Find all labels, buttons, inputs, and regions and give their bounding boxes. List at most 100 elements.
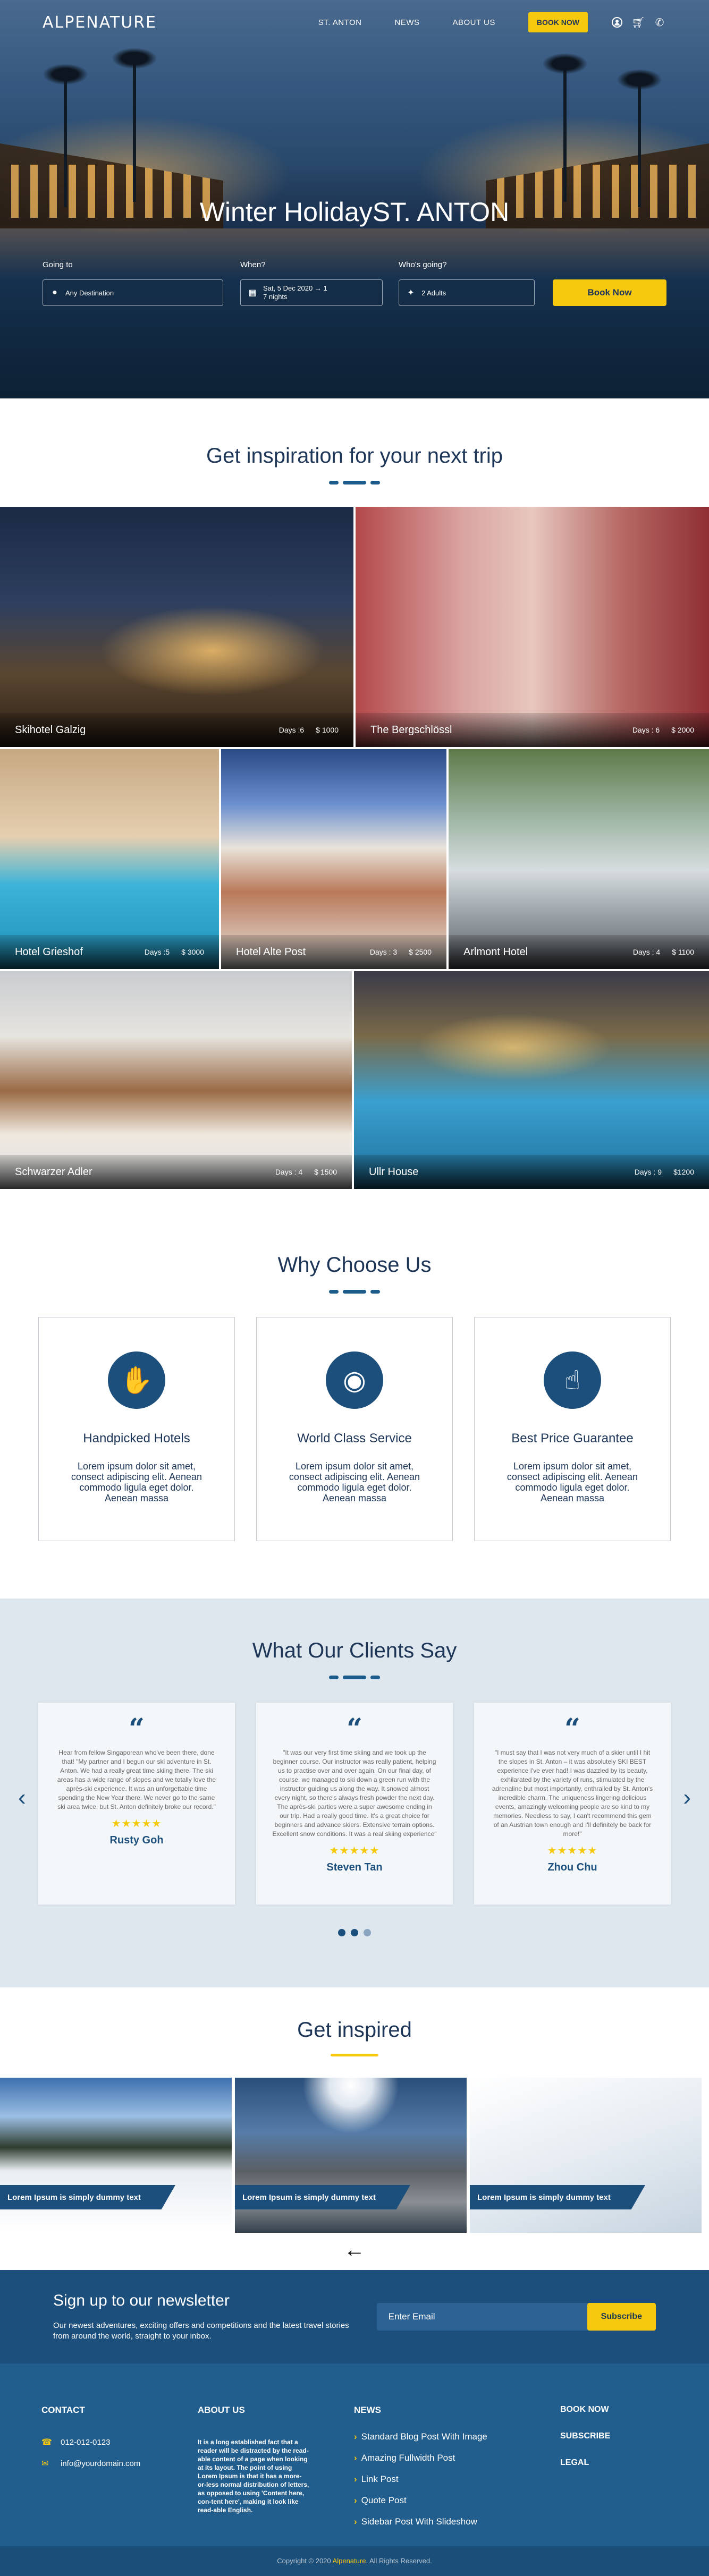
why-title: Why Choose Us: [277, 1253, 432, 1277]
testimonial-name: Zhou Chu: [547, 1861, 597, 1873]
testimonial-text: "I must say that I was not very much of …: [492, 1749, 653, 1838]
blog-cards: Lorem Ipsum is simply dummy text Lorem I…: [0, 2078, 709, 2233]
hotel-tile[interactable]: Schwarzer Adler Days : 4 $ 1500: [0, 971, 352, 1189]
hotel-days: Days : 4: [275, 1168, 303, 1176]
carousel-dots: [0, 1929, 709, 1936]
footer-news-link[interactable]: › Sidebar Post With Slideshow: [354, 2517, 487, 2527]
newsletter-section: Sign up to our newsletter Our newest adv…: [0, 2270, 709, 2364]
footer-news-link[interactable]: › Standard Blog Post With Image: [354, 2432, 487, 2442]
subscribe-button[interactable]: Subscribe: [587, 2303, 656, 2331]
testimonial-text: "It was our very first time skiing and w…: [272, 1749, 437, 1838]
hotel-overlay: Hotel Alte Post Days : 3 $ 2500: [221, 935, 446, 969]
blog-card[interactable]: Lorem Ipsum is simply dummy text: [235, 2078, 467, 2233]
globe-icon: ◉: [326, 1351, 383, 1409]
quote-icon: “: [347, 1713, 362, 1745]
contact-email[interactable]: ✉ info@yourdomain.com: [41, 2458, 140, 2469]
hotel-tile[interactable]: Hotel Grieshof Days :5 $ 3000: [0, 749, 219, 969]
carousel-dot[interactable]: [364, 1929, 371, 1936]
blog-photo: [0, 2078, 232, 2233]
phone-icon[interactable]: ✆: [653, 15, 666, 29]
newsletter-copy: Sign up to our newsletter Our newest adv…: [53, 2292, 361, 2342]
footer-contact-head: CONTACT: [41, 2405, 85, 2415]
quote-icon: “: [564, 1713, 580, 1745]
feature-text: Lorem ipsum dolor sit amet, consect adip…: [507, 1461, 638, 1503]
footer-news-link[interactable]: › Amazing Fullwidth Post: [354, 2453, 487, 2463]
carousel-next-arrow[interactable]: ›: [683, 1784, 691, 1811]
footer-news: NEWS › Standard Blog Post With Image › Ama…: [354, 2405, 487, 2538]
email-input[interactable]: [376, 2303, 589, 2331]
hotel-days: Days :5: [144, 948, 170, 956]
hotel-tile[interactable]: Hotel Alte Post Days : 3 $ 2500: [221, 749, 446, 969]
carousel-dot[interactable]: [351, 1929, 358, 1936]
cart-icon[interactable]: 🛒︎: [631, 15, 645, 29]
footer: CONTACT ☎ 012-012-0123 ✉ info@yourdomain.c…: [0, 2364, 709, 2576]
feature-card: ◉ World Class Service Lorem ipsum dolor …: [256, 1317, 453, 1541]
star-rating: ★★★★★: [329, 1845, 380, 1857]
feature-card: ✋ Handpicked Hotels Lorem ipsum dolor si…: [38, 1317, 235, 1541]
feature-text: Lorem ipsum dolor sit amet, consect adip…: [289, 1461, 420, 1503]
calendar-icon: ▦: [248, 288, 257, 297]
footer-news-head: NEWS: [354, 2405, 381, 2415]
testimonial-card: “ Hear from fellow Singaporean who've be…: [38, 1703, 235, 1905]
hotel-days: Days : 6: [632, 726, 660, 734]
hotel-price: $ 1000: [316, 726, 339, 734]
blog-card[interactable]: Lorem Ipsum is simply dummy text: [470, 2078, 702, 2233]
date-field[interactable]: ▦ Sat, 5 Dec 2020 → 1 7 nights: [240, 279, 383, 306]
copyright-brand[interactable]: Alpenature: [333, 2557, 366, 2565]
palm-tree: [43, 64, 88, 207]
nav-about-us[interactable]: ABOUT US: [452, 18, 495, 27]
nav-book-now-button[interactable]: BOOK NOW: [528, 12, 588, 32]
footer-subscribe-link[interactable]: SUBSCRIBE: [560, 2432, 610, 2441]
top-nav: ALPENATURE ST. ANTON NEWS ABOUT US BOOK …: [0, 0, 709, 45]
footer-book-now-link[interactable]: BOOK NOW: [560, 2405, 610, 2415]
testimonial-name: Steven Tan: [326, 1861, 383, 1873]
blog-card[interactable]: Lorem Ipsum is simply dummy text: [0, 2078, 232, 2233]
hotel-overlay: Hotel Grieshof Days :5 $ 3000: [0, 935, 219, 969]
hotel-tile[interactable]: Ullr House Days : 9 $1200: [354, 971, 709, 1189]
blog-photo: [235, 2078, 467, 2233]
get-inspired-section: Get inspired Lorem Ipsum is simply dummy…: [0, 1987, 709, 2270]
hotel-name: Ullr House: [369, 1166, 419, 1178]
inspiration-section: Get inspiration for your next trip Skiho…: [0, 398, 709, 1212]
phone-icon: ☎: [41, 2438, 52, 2447]
footer-legal-link[interactable]: LEGAL: [560, 2458, 610, 2468]
location-pin-icon: ●: [52, 288, 57, 297]
carousel-dot[interactable]: [338, 1929, 345, 1936]
thumbs-up-icon: ☝: [544, 1351, 601, 1409]
nav-news[interactable]: NEWS: [394, 18, 419, 27]
hotel-price: $ 1500: [314, 1168, 337, 1176]
testimonial-text: Hear from fellow Singaporean who've been…: [57, 1749, 216, 1810]
link-text: Sidebar Post With Slideshow: [361, 2517, 477, 2527]
hotel-tile[interactable]: The Bergschlössl Days : 6 $ 2000: [356, 507, 709, 747]
book-now-button[interactable]: Book Now: [553, 279, 666, 306]
contact-phone[interactable]: ☎ 012-012-0123: [41, 2437, 140, 2447]
hotel-photo: [0, 507, 353, 747]
footer-news-link[interactable]: › Quote Post: [354, 2495, 487, 2506]
hotel-overlay: Ullr House Days : 9 $1200: [354, 1155, 709, 1189]
carousel-prev-arrow[interactable]: ‹: [18, 1784, 26, 1811]
footer-right-links: BOOK NOW SUBSCRIBE LEGAL: [560, 2405, 610, 2485]
palm-tree: [542, 53, 588, 202]
palm-tree: [112, 48, 157, 202]
hotel-overlay: Schwarzer Adler Days : 4 $ 1500: [0, 1155, 352, 1189]
hotel-price: $1200: [673, 1168, 694, 1176]
phone-text: 012-012-0123: [61, 2437, 111, 2447]
logo[interactable]: ALPENATURE: [43, 13, 157, 32]
testimonials-section: What Our Clients Say ‹ › “ Hear from fel…: [0, 1599, 709, 1987]
hotel-name: Arlmont Hotel: [463, 946, 528, 958]
newsletter-form: Subscribe: [376, 2303, 656, 2331]
hotel-tile[interactable]: Arlmont Hotel Days : 4 $ 1100: [449, 749, 709, 969]
user-icon[interactable]: [610, 15, 624, 29]
guests-field[interactable]: ✦ 2 Adults: [399, 279, 535, 306]
nav-st-anton[interactable]: ST. ANTON: [318, 18, 362, 27]
chevron-right-icon: ›: [354, 2432, 357, 2442]
testimonial-name: Rusty Goh: [109, 1834, 164, 1846]
footer-about: ABOUT US It is a long established fact t…: [198, 2405, 309, 2514]
back-arrow-icon[interactable]: ←: [0, 2238, 709, 2262]
testimonials-title: What Our Clients Say: [252, 1639, 457, 1662]
footer-news-link[interactable]: › Link Post: [354, 2474, 487, 2485]
destination-field[interactable]: ● Any Destination: [43, 279, 223, 306]
feature-title: Best Price Guarantee: [511, 1431, 634, 1446]
hotel-tile[interactable]: Skihotel Galzig Days :6 $ 1000: [0, 507, 353, 747]
title-underline: [0, 1290, 709, 1294]
